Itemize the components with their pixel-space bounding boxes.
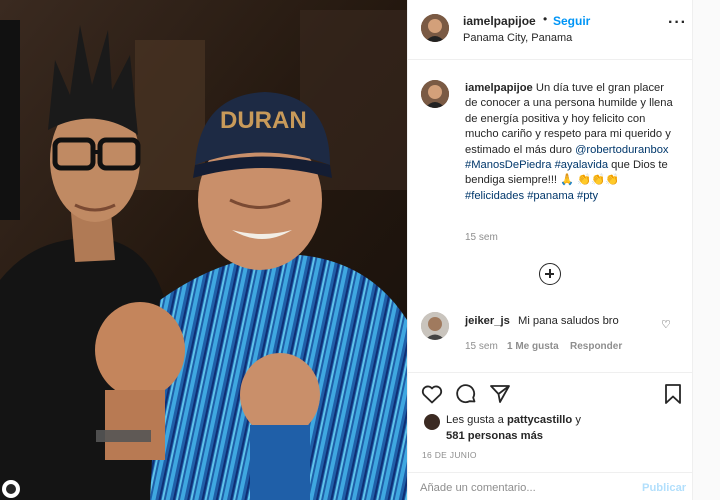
- comment-input[interactable]: [420, 479, 625, 497]
- caption-mention[interactable]: @robertoduranbox: [575, 144, 668, 156]
- follow-button[interactable]: Seguir: [553, 14, 590, 28]
- likes-summary: Les gusta a pattycastillo y: [446, 414, 581, 426]
- liker-avatar[interactable]: [424, 414, 440, 430]
- photo-tag-avatar-icon[interactable]: [2, 480, 20, 498]
- hashtag-panama[interactable]: #panama: [527, 190, 574, 202]
- reply-button[interactable]: Responder: [570, 341, 622, 352]
- comment-like-heart-icon[interactable]: ♡: [661, 318, 671, 331]
- hashtag-ayala[interactable]: #ayalavida: [555, 159, 609, 171]
- post-photo[interactable]: DURAN: [0, 0, 407, 500]
- hashtag-felicidades[interactable]: #felicidades: [465, 190, 524, 202]
- likes-prefix: Les gusta a: [446, 414, 507, 426]
- comment-bubble-icon[interactable]: [454, 382, 478, 406]
- comment-text: Mi pana saludos bro: [518, 315, 619, 327]
- svg-text:DURAN: DURAN: [220, 107, 307, 134]
- hashtag-manos[interactable]: #ManosDePiedra: [465, 159, 551, 171]
- caption-author-avatar[interactable]: [421, 80, 449, 108]
- commenter-avatar[interactable]: [421, 312, 449, 340]
- caption-timestamp: 15 sem: [465, 232, 498, 243]
- caption-username[interactable]: iamelpapijoe: [465, 82, 533, 94]
- add-comment-bar: Publicar: [408, 472, 693, 500]
- author-username[interactable]: iamelpapijoe: [463, 14, 536, 28]
- commenter-username[interactable]: jeiker_js: [465, 315, 510, 327]
- separator-dot: •: [543, 12, 548, 26]
- share-direct-icon[interactable]: [488, 382, 512, 406]
- comment-timestamp: 15 sem: [465, 341, 498, 352]
- likes-suffix: y: [572, 414, 581, 426]
- author-avatar[interactable]: [421, 14, 449, 42]
- post-location[interactable]: Panama City, Panama: [463, 32, 572, 44]
- comment-likes-count[interactable]: 1 Me gusta: [507, 341, 559, 352]
- liker-username[interactable]: pattycastillo: [507, 414, 572, 426]
- likes-others-count[interactable]: 581 personas más: [446, 430, 543, 442]
- load-more-comments-icon[interactable]: [539, 263, 561, 285]
- like-heart-icon[interactable]: [420, 382, 444, 406]
- post-actions: Les gusta a pattycastillo y 581 personas…: [408, 372, 693, 472]
- post-date[interactable]: 16 DE JUNIO: [422, 450, 477, 460]
- comments-section: iamelpapijoe Un día tuve el gran placer …: [408, 60, 693, 370]
- page-right-gutter: [692, 0, 720, 500]
- more-options-icon[interactable]: ···: [668, 14, 687, 32]
- post-header: iamelpapijoe • Seguir Panama City, Panam…: [408, 0, 693, 60]
- hashtag-pty[interactable]: #pty: [577, 190, 598, 202]
- post-caption: iamelpapijoe Un día tuve el gran placer …: [465, 81, 677, 204]
- post-photo-image: DURAN: [0, 0, 407, 500]
- save-bookmark-icon[interactable]: [661, 382, 685, 406]
- post-side-panel: iamelpapijoe • Seguir Panama City, Panam…: [407, 0, 693, 500]
- publish-button[interactable]: Publicar: [642, 482, 686, 494]
